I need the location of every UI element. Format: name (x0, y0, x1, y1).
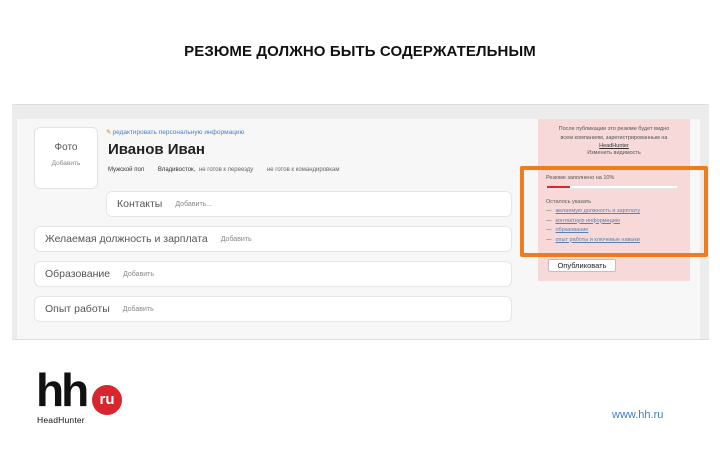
change-visibility-link[interactable]: Изменить видимость (538, 150, 690, 156)
publish-info: После публикации это резюме будет видно … (538, 125, 690, 151)
slide-title: РЕЗЮМЕ ДОЛЖНО БЫТЬ СОДЕРЖАТЕЛЬНЫМ (184, 43, 536, 60)
person-name: Иванов Иван (108, 141, 205, 158)
section-position-add[interactable]: Добавить (221, 236, 252, 243)
gender-value: Мужской пол (108, 167, 145, 173)
presentation-slide: РЕЗЮМЕ ДОЛЖНО БЫТЬ СОДЕРЖАТЕЛЬНЫМ Фото Д… (0, 0, 720, 450)
logo-letters: hh (36, 364, 89, 416)
pencil-icon: ✎ (106, 129, 112, 136)
section-education-label: Образование (45, 268, 111, 280)
edit-personal-info-label: редактировать персональную информацию (112, 129, 245, 136)
section-position[interactable]: Желаемая должность и зарплата Добавить (34, 226, 512, 252)
business-trips-value: не готов к командировкам (266, 167, 340, 173)
section-contacts-label: Контакты (117, 198, 163, 210)
section-experience[interactable]: Опыт работы Добавить (34, 296, 512, 322)
section-experience-label: Опыт работы (45, 303, 110, 315)
photo-add-link[interactable]: Добавить (35, 160, 97, 167)
publish-info-line2: всем компаниям, зарегистрированным на (560, 134, 668, 141)
logo-wordmark: HeadHunter (37, 415, 85, 425)
section-contacts-add[interactable]: Добавить... (175, 201, 212, 208)
section-education-add[interactable]: Добавить (123, 271, 154, 278)
photo-upload[interactable]: Фото Добавить (34, 127, 98, 189)
edit-personal-info-link[interactable]: ✎редактировать персональную информацию (106, 128, 244, 136)
section-contacts[interactable]: Контакты Добавить... (106, 191, 512, 217)
personal-meta: Мужской пол Владивосток, не готов к пере… (108, 167, 351, 173)
relocation-value: не готов к переезду (198, 167, 254, 173)
section-education[interactable]: Образование Добавить (34, 261, 512, 287)
city-value: Владивосток, (157, 167, 196, 173)
publish-button[interactable]: Опубликовать (548, 259, 616, 272)
publish-info-line1: После публикации это резюме будет видно (558, 126, 670, 132)
highlight-frame (520, 166, 708, 257)
section-position-label: Желаемая должность и зарплата (45, 233, 208, 245)
website-link[interactable]: www.hh.ru (612, 409, 663, 421)
section-experience-add[interactable]: Добавить (123, 306, 154, 313)
logo-ru-badge: ru (92, 385, 122, 415)
headhunter-logo: hh ru HeadHunter (36, 365, 136, 429)
photo-label: Фото (54, 142, 78, 153)
logo-ru-text: ru (99, 390, 115, 408)
